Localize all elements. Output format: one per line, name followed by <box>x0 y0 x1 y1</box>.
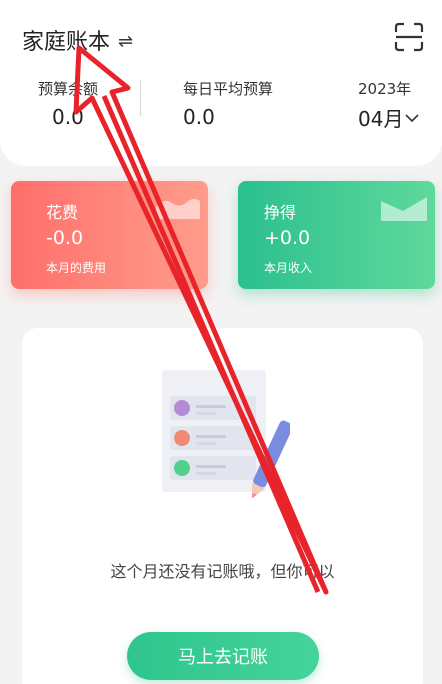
empty-state-panel: 这个月还没有记账哦，但你可以 马上去记账 <box>22 328 423 684</box>
empty-state-message: 这个月还没有记账哦，但你可以 <box>110 562 335 581</box>
income-amount: +0.0 <box>264 227 311 249</box>
budget-balance-value: 0.0 <box>52 105 84 129</box>
switch-icon: ⇌ <box>118 30 134 52</box>
wave-chart-icon <box>156 199 200 219</box>
daily-average-value: 0.0 <box>183 105 215 129</box>
expense-subtitle: 本月的费用 <box>46 261 107 275</box>
summary-panel: 家庭账本 ⇌ 预算余额 0.0 每日平均预算 0.0 2023年 04月 <box>0 0 442 166</box>
book-switcher[interactable]: 家庭账本 ⇌ <box>22 24 133 56</box>
income-subtitle: 本月收入 <box>264 261 313 275</box>
month-label: 04月 <box>358 107 404 131</box>
budget-balance-label: 预算余额 <box>38 80 99 98</box>
record-now-button[interactable]: 马上去记账 <box>127 632 319 680</box>
daily-average-label: 每日平均预算 <box>183 80 274 98</box>
empty-list-illustration <box>162 370 290 499</box>
income-title: 挣得 <box>264 203 297 222</box>
book-title: 家庭账本 <box>22 30 111 55</box>
envelope-chart-icon <box>381 197 427 221</box>
month-picker[interactable]: 2023年 04月 <box>358 78 420 132</box>
income-card[interactable]: 挣得 +0.0 本月收入 <box>238 181 435 289</box>
budget-balance[interactable]: 预算余额 0.0 <box>38 78 98 129</box>
scan-icon[interactable] <box>394 22 424 52</box>
year-label: 2023年 <box>358 80 412 98</box>
chevron-down-icon <box>405 113 420 122</box>
divider <box>140 80 141 116</box>
expense-card[interactable]: 花费 -0.0 本月的费用 <box>11 181 208 289</box>
daily-average-budget[interactable]: 每日平均预算 0.0 <box>183 78 273 129</box>
expense-title: 花费 <box>46 203 79 222</box>
expense-amount: -0.0 <box>46 227 84 249</box>
